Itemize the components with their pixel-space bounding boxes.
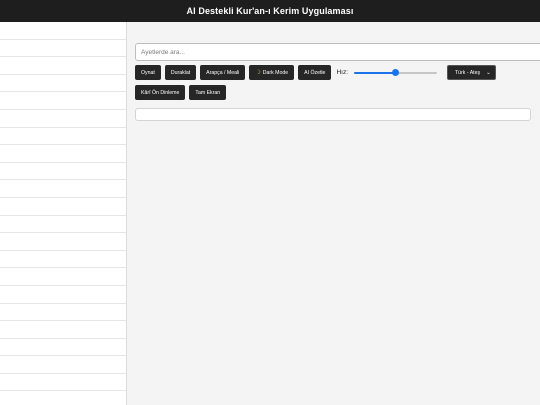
sidebar-row[interactable] (0, 40, 126, 58)
sidebar-row[interactable] (0, 216, 126, 234)
reciter-preview-button[interactable]: Kârî Ön Dinleme (135, 85, 186, 100)
main-panel: Oynat Duraklat Arapça / Meali ☽ Dark Mod… (127, 22, 540, 405)
search-input[interactable] (135, 43, 540, 61)
sidebar-row[interactable] (0, 391, 126, 405)
slider-thumb[interactable] (392, 68, 400, 76)
sidebar-row[interactable] (0, 163, 126, 181)
slider-fill (354, 71, 396, 74)
arabic-translation-toggle-button[interactable]: Arapça / Meali (200, 65, 246, 80)
sidebar-row[interactable] (0, 128, 126, 146)
sidebar-row[interactable] (0, 286, 126, 304)
moon-icon: ☽ (255, 69, 261, 76)
dark-mode-label: Dark Mode (262, 69, 289, 76)
ai-summary-button[interactable]: AI Özetle (298, 65, 332, 80)
sidebar-row[interactable] (0, 356, 126, 374)
sidebar-row[interactable] (0, 339, 126, 357)
sidebar-row[interactable] (0, 92, 126, 110)
fullscreen-button[interactable]: Tam Ekran (189, 85, 227, 100)
reciter-select[interactable]: Türk - Ateş ⌄ (447, 65, 496, 80)
dark-mode-button[interactable]: ☽ Dark Mode (249, 65, 295, 80)
app-header: AI Destekli Kur'an-ı Kerim Uygulaması (0, 0, 540, 22)
pause-button[interactable]: Duraklat (164, 65, 197, 80)
speed-slider[interactable] (354, 68, 438, 77)
play-button[interactable]: Oynat (135, 65, 161, 80)
app-title: AI Destekli Kur'an-ı Kerim Uygulaması (186, 6, 354, 16)
sidebar-row[interactable] (0, 22, 126, 40)
controls-bar: Oynat Duraklat Arapça / Meali ☽ Dark Mod… (135, 65, 539, 100)
sidebar-row[interactable] (0, 251, 126, 269)
surah-sidebar[interactable] (0, 22, 127, 405)
sidebar-row[interactable] (0, 110, 126, 128)
speed-label: Hız: (336, 69, 349, 76)
sidebar-row[interactable] (0, 180, 126, 198)
sidebar-row[interactable] (0, 233, 126, 251)
sidebar-row[interactable] (0, 321, 126, 339)
sidebar-row[interactable] (0, 145, 126, 163)
reciter-select-value: Türk - Ateş (455, 69, 481, 76)
sidebar-row[interactable] (0, 198, 126, 216)
sidebar-row[interactable] (0, 268, 126, 286)
verse-output-box (135, 108, 531, 121)
sidebar-row[interactable] (0, 57, 126, 75)
sidebar-row[interactable] (0, 304, 126, 322)
sidebar-row[interactable] (0, 374, 126, 392)
chevron-down-icon: ⌄ (486, 69, 491, 76)
sidebar-row[interactable] (0, 75, 126, 93)
